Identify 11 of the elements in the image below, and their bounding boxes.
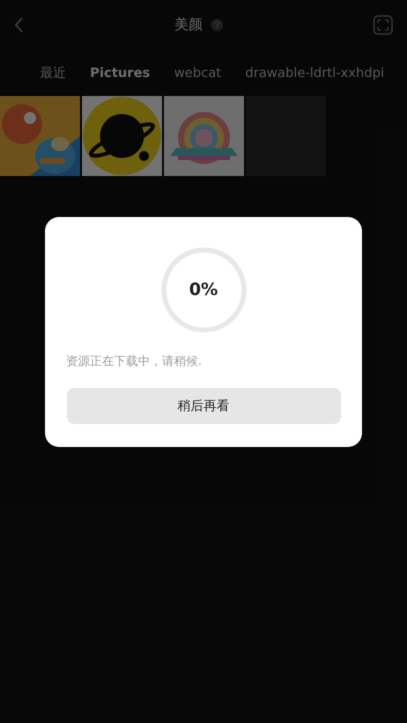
page-title: 美颜 xyxy=(174,16,202,34)
scan-icon[interactable] xyxy=(373,15,393,35)
view-later-button[interactable]: 稍后再看 xyxy=(66,388,340,424)
album-tab[interactable]: drawable-ldrtl-xxhdpi xyxy=(245,66,384,80)
back-icon[interactable] xyxy=(14,17,24,33)
progress-percent: 0% xyxy=(189,280,218,300)
album-tab[interactable]: webcat xyxy=(174,66,222,80)
album-tab[interactable]: Pictures xyxy=(90,66,150,80)
loading-message: 资源正在下载中，请稍候. xyxy=(66,353,202,370)
help-icon[interactable] xyxy=(210,19,222,31)
album-tab[interactable]: 最近 xyxy=(40,64,66,82)
